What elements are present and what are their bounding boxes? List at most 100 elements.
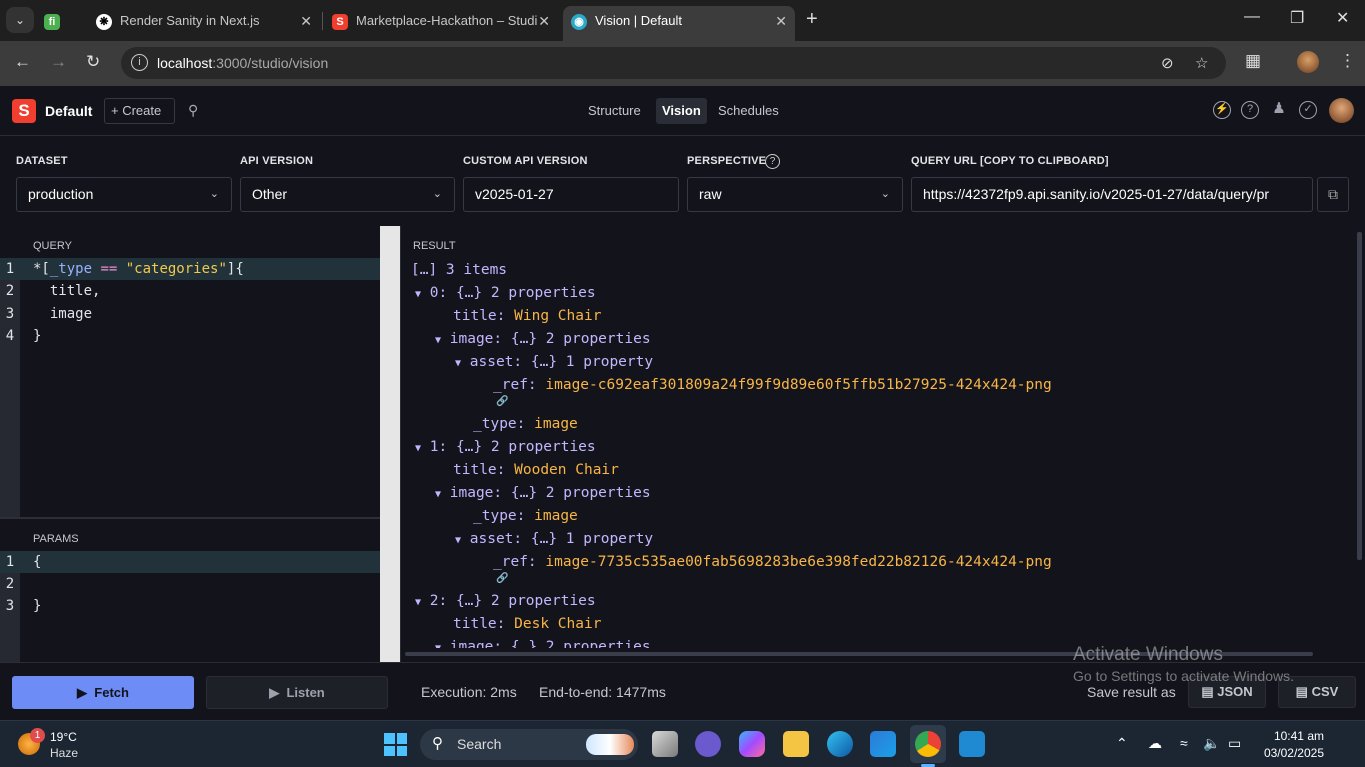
create-button[interactable]: + Create xyxy=(104,98,175,124)
perspective-select[interactable]: raw ⌄ xyxy=(687,177,903,212)
user-avatar[interactable] xyxy=(1329,98,1354,123)
menu-icon[interactable]: ⋮ xyxy=(1339,51,1356,71)
new-tab-button[interactable]: + xyxy=(806,8,818,31)
sanity-logo-icon[interactable]: S xyxy=(12,99,36,123)
speaker-icon[interactable]: 🔈 xyxy=(1203,735,1220,752)
studio-navbar: S Default + Create ⚲ Structure Vision Sc… xyxy=(0,86,1365,136)
tab-marketplace[interactable]: S Marketplace-Hackathon – Studi ✕ xyxy=(326,6,558,36)
users-icon[interactable]: ♟ xyxy=(1270,101,1288,119)
line-number: 2 xyxy=(5,283,15,299)
result-item-header[interactable]: ▼ 0: {…} 2 properties xyxy=(415,282,596,306)
pinned-tab[interactable]: fi xyxy=(44,6,80,36)
tasks-check-icon[interactable]: ✓ xyxy=(1299,101,1317,119)
chevron-down-icon: ⌄ xyxy=(880,188,890,200)
chevron-up-icon[interactable]: ⌃ xyxy=(1116,735,1128,752)
vscode-icon[interactable] xyxy=(959,731,985,757)
item-header-text: 2: {…} 2 properties xyxy=(429,593,596,609)
minimize-icon[interactable]: — xyxy=(1244,8,1260,26)
fetch-button[interactable]: ▶ Fetch xyxy=(12,676,194,709)
lightning-icon[interactable]: ⚡ xyxy=(1213,101,1231,119)
link-icon[interactable]: 🔗 xyxy=(496,396,508,407)
link-icon[interactable]: 🔗 xyxy=(496,573,508,584)
close-tab-icon[interactable]: ✕ xyxy=(300,6,312,36)
tool-schedules[interactable]: Schedules xyxy=(712,98,785,124)
clock-time[interactable]: 10:41 am xyxy=(1262,729,1324,743)
code-line: 3 } xyxy=(0,595,380,617)
object-header-text: image: {…} 2 properties xyxy=(449,331,651,347)
result-object-header[interactable]: ▼ asset: {…} 1 property xyxy=(455,351,653,375)
clock-date[interactable]: 03/02/2025 xyxy=(1254,746,1324,760)
tool-vision[interactable]: Vision xyxy=(656,98,707,124)
task-view-icon[interactable] xyxy=(652,731,678,757)
profile-avatar[interactable] xyxy=(1297,51,1319,73)
bookmark-star-icon[interactable]: ☆ xyxy=(1195,54,1208,72)
wifi-icon[interactable]: ≈ xyxy=(1180,735,1188,751)
result-object-header[interactable]: ▼ image: {…} 2 properties xyxy=(435,482,651,506)
extensions-icon[interactable]: ▦ xyxy=(1245,51,1261,71)
back-icon[interactable]: ← xyxy=(14,52,31,72)
result-item-header[interactable]: ▼ 2: {…} 2 properties xyxy=(415,590,596,614)
tool-structure[interactable]: Structure xyxy=(582,98,647,124)
tab-title: Marketplace-Hackathon – Studi xyxy=(356,13,538,28)
omnibox[interactable]: i localhost:3000/studio/vision ⊘ ☆ xyxy=(121,47,1226,79)
dataset-label: DATASET xyxy=(16,155,68,167)
custom-api-input[interactable]: v2025-01-27 xyxy=(463,177,679,212)
help-circle-icon[interactable]: ? xyxy=(765,154,780,169)
result-field: title: Wooden Chair xyxy=(453,459,619,481)
eye-off-icon[interactable]: ⊘ xyxy=(1161,54,1174,72)
url-text[interactable]: localhost:3000/studio/vision xyxy=(157,55,328,71)
onedrive-icon[interactable]: ☁ xyxy=(1148,735,1162,752)
result-vertical-scrollbar[interactable] xyxy=(1357,232,1362,560)
help-icon[interactable]: ? xyxy=(1241,101,1259,119)
pane-divider[interactable] xyxy=(0,517,400,519)
weather-description[interactable]: Haze xyxy=(50,746,78,760)
address-bar-row: ← → ↻ i localhost:3000/studio/vision ⊘ ☆… xyxy=(0,41,1365,86)
code-line: 3 image xyxy=(0,303,380,325)
copilot-icon[interactable] xyxy=(739,731,765,757)
windows-start-icon[interactable] xyxy=(384,733,407,756)
result-object-header[interactable]: ▼ asset: {…} 1 property xyxy=(455,528,653,552)
store-icon[interactable] xyxy=(870,731,896,757)
forward-icon[interactable]: → xyxy=(50,52,67,72)
tab-render-sanity[interactable]: ❋ Render Sanity in Next.js ✕ xyxy=(88,6,320,36)
caret-down-icon: ▼ xyxy=(415,289,422,300)
params-scrollbar[interactable] xyxy=(380,519,400,662)
query-url-field[interactable]: https://42372fp9.api.sanity.io/v2025-01-… xyxy=(911,177,1313,212)
meet-icon[interactable] xyxy=(695,731,721,757)
copy-icon[interactable]: ⧉ xyxy=(1317,177,1349,212)
query-scrollbar[interactable] xyxy=(380,226,400,519)
result-object-header[interactable]: ▼ image: {…} 2 properties xyxy=(435,636,651,648)
play-icon: ▶ xyxy=(77,685,88,700)
close-tab-icon[interactable]: ✕ xyxy=(538,6,550,36)
field-value: Desk Chair xyxy=(514,616,602,632)
result-object-header[interactable]: ▼ image: {…} 2 properties xyxy=(435,328,651,352)
result-summary[interactable]: […] 3 items xyxy=(411,259,507,281)
line-number: 2 xyxy=(5,576,15,592)
item-header-text: 0: {…} 2 properties xyxy=(429,285,596,301)
workspace-name[interactable]: Default xyxy=(45,103,92,119)
dataset-select[interactable]: production ⌄ xyxy=(16,177,232,212)
taskbar-search[interactable]: ⚲ Search xyxy=(420,729,638,760)
tab-vision[interactable]: ◉ Vision | Default ✕ xyxy=(563,6,795,41)
tab-search-button[interactable]: ⌄ xyxy=(6,7,34,33)
sanity-icon: S xyxy=(332,13,348,30)
code-token: *[ xyxy=(33,261,50,277)
battery-icon[interactable]: ▭ xyxy=(1228,735,1241,752)
search-icon[interactable]: ⚲ xyxy=(188,102,198,119)
end-to-end-time: End-to-end: 1477ms xyxy=(539,684,666,700)
result-item-header[interactable]: ▼ 1: {…} 2 properties xyxy=(415,436,596,460)
temperature[interactable]: 19°C xyxy=(50,730,77,744)
api-version-select[interactable]: Other ⌄ xyxy=(240,177,455,212)
chrome-icon[interactable] xyxy=(915,731,941,757)
close-window-icon[interactable]: ✕ xyxy=(1336,8,1349,28)
file-explorer-icon[interactable] xyxy=(783,731,809,757)
reload-icon[interactable]: ↻ xyxy=(86,52,100,72)
edge-icon[interactable] xyxy=(827,731,853,757)
close-tab-icon[interactable]: ✕ xyxy=(775,6,787,36)
site-info-icon[interactable]: i xyxy=(131,54,148,71)
restore-icon[interactable]: ❐ xyxy=(1290,8,1304,28)
object-header-text: image: {…} 2 properties xyxy=(449,639,651,648)
listen-button[interactable]: ▶ Listen xyxy=(206,676,388,709)
play-icon: ▶ xyxy=(269,685,280,700)
chevron-down-icon: ⌄ xyxy=(432,188,442,200)
